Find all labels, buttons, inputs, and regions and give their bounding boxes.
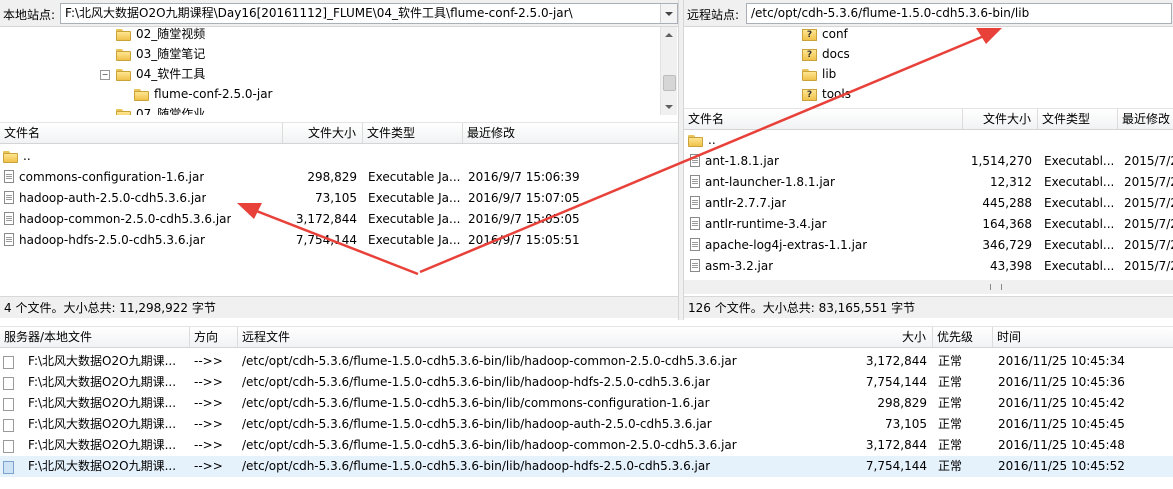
arrow-to-remote-path <box>419 28 1002 274</box>
annotation-arrows <box>237 28 1002 276</box>
arrow-to-local-list <box>237 203 419 276</box>
